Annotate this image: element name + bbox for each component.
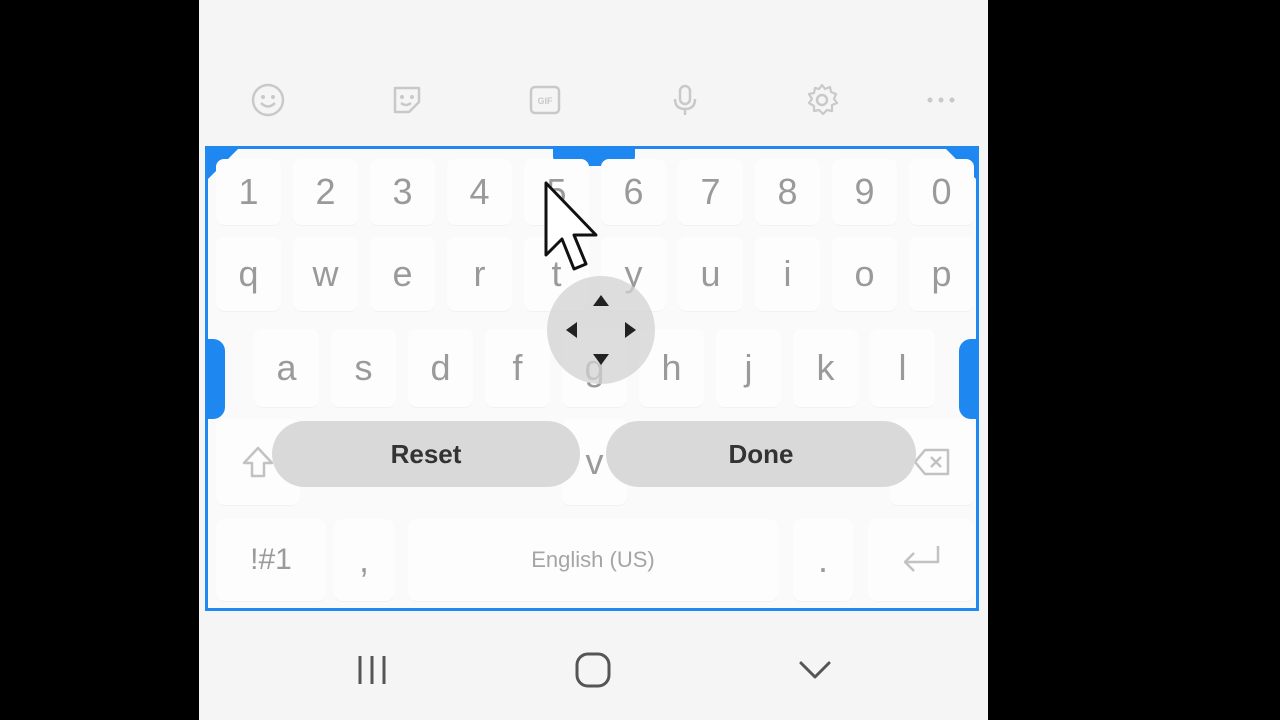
key-2[interactable]: 2 — [293, 159, 358, 225]
keyboard-toolbar: GIF — [199, 62, 988, 134]
resize-handle-right[interactable] — [959, 339, 979, 419]
key-f[interactable]: f — [485, 329, 550, 407]
key-r[interactable]: r — [447, 237, 512, 311]
done-button[interactable]: Done — [606, 421, 916, 487]
key-e[interactable]: e — [370, 237, 435, 311]
key-k[interactable]: k — [793, 329, 858, 407]
key-4[interactable]: 4 — [447, 159, 512, 225]
sticker-icon[interactable] — [387, 80, 427, 120]
key-s[interactable]: s — [331, 329, 396, 407]
emoji-icon[interactable] — [248, 80, 288, 120]
key-8[interactable]: 8 — [755, 159, 820, 225]
enter-key[interactable] — [868, 519, 974, 601]
phone-screen: GIF 1 2 3 4 5 6 7 8 9 0 q w e r t y u i … — [199, 0, 988, 720]
key-0[interactable]: 0 — [909, 159, 974, 225]
key-o[interactable]: o — [832, 237, 897, 311]
key-q[interactable]: q — [216, 237, 281, 311]
symbols-key[interactable]: !#1 — [216, 519, 326, 601]
back-icon[interactable] — [785, 650, 845, 690]
gif-label: GIF — [538, 96, 554, 106]
navigation-bar — [199, 612, 988, 720]
key-d[interactable]: d — [408, 329, 473, 407]
mouse-pointer-icon — [544, 181, 598, 271]
recent-apps-icon[interactable] — [342, 650, 402, 690]
key-9[interactable]: 9 — [832, 159, 897, 225]
gif-icon[interactable]: GIF — [525, 80, 565, 120]
arrow-down-icon — [593, 354, 609, 365]
reset-button[interactable]: Reset — [272, 421, 580, 487]
key-j[interactable]: j — [716, 329, 781, 407]
shift-arrow-icon — [242, 446, 274, 478]
keyboard-resize-frame[interactable]: 1 2 3 4 5 6 7 8 9 0 q w e r t y u i o p … — [205, 146, 979, 611]
key-i[interactable]: i — [755, 237, 820, 311]
key-w[interactable]: w — [293, 237, 358, 311]
backspace-icon — [913, 448, 950, 476]
key-u[interactable]: u — [678, 237, 743, 311]
microphone-icon[interactable] — [665, 80, 705, 120]
key-1[interactable]: 1 — [216, 159, 281, 225]
key-l[interactable]: l — [870, 329, 935, 407]
space-key-label: English (US) — [531, 547, 655, 572]
resize-handle-left[interactable] — [205, 339, 225, 419]
key-3[interactable]: 3 — [370, 159, 435, 225]
key-6[interactable]: 6 — [601, 159, 666, 225]
home-icon[interactable] — [563, 650, 623, 690]
key-7[interactable]: 7 — [678, 159, 743, 225]
move-keyboard-handle[interactable] — [547, 276, 655, 384]
space-key[interactable]: English (US) — [408, 519, 778, 601]
arrow-up-icon — [593, 295, 609, 306]
comma-key[interactable]: , — [334, 519, 394, 601]
arrow-left-icon — [566, 322, 577, 338]
arrow-right-icon — [625, 322, 636, 338]
enter-arrow-icon — [903, 546, 940, 572]
more-options-icon[interactable] — [921, 80, 961, 120]
period-key[interactable]: . — [793, 519, 853, 601]
key-a[interactable]: a — [254, 329, 319, 407]
settings-gear-icon[interactable] — [802, 80, 842, 120]
key-p[interactable]: p — [909, 237, 974, 311]
